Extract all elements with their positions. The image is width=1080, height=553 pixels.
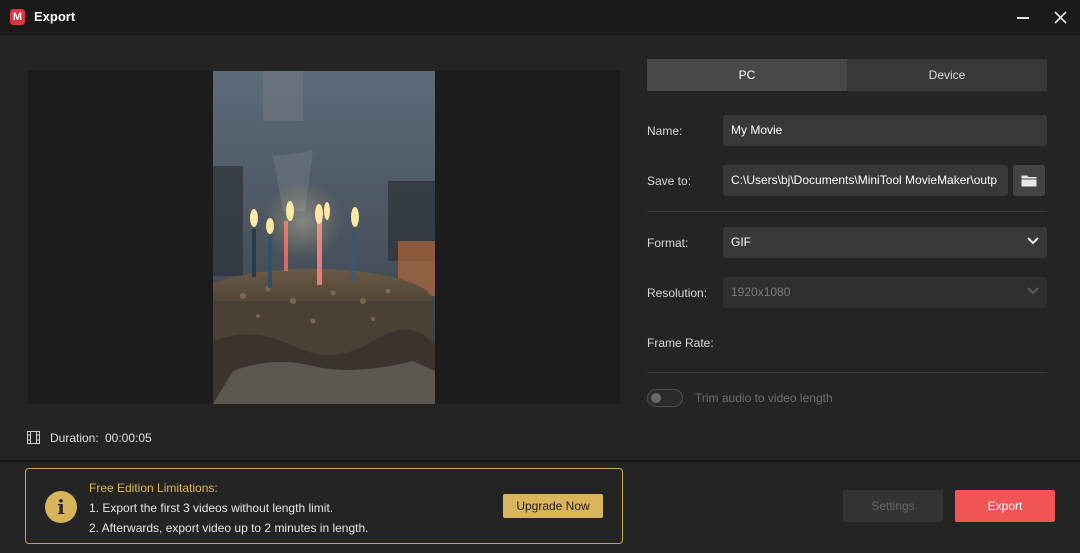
close-icon — [1054, 11, 1067, 24]
info-icon: i — [45, 491, 77, 523]
folder-icon — [1021, 175, 1037, 187]
name-label: Name: — [647, 124, 683, 138]
close-button[interactable] — [1048, 6, 1074, 28]
toggle-knob — [651, 393, 661, 403]
save-to-label: Save to: — [647, 174, 692, 188]
name-input[interactable]: My Movie — [723, 115, 1047, 146]
upgrade-now-button[interactable]: Upgrade Now — [503, 494, 603, 518]
chevron-down-icon — [1027, 237, 1039, 245]
save-path-input[interactable]: C:\Users\bj\Documents\MiniTool MovieMake… — [723, 165, 1008, 196]
trim-audio-label: Trim audio to video length — [695, 391, 833, 405]
duration-value: 00:00:05 — [105, 431, 152, 445]
format-value: GIF — [731, 235, 751, 249]
notice-title: Free Edition Limitations: — [89, 481, 218, 495]
window-title: Export — [34, 9, 76, 24]
divider — [647, 372, 1047, 373]
minimize-button[interactable] — [1009, 6, 1035, 28]
browse-folder-button[interactable] — [1013, 165, 1045, 196]
video-preview — [28, 71, 620, 404]
duration-label: Duration: — [50, 431, 99, 445]
app-logo-icon: M — [10, 9, 25, 25]
format-label: Format: — [647, 236, 689, 250]
footer-separator — [0, 460, 1080, 462]
tab-pc[interactable]: PC — [647, 59, 847, 91]
frame-rate-label: Frame Rate: — [647, 336, 714, 350]
tab-device[interactable]: Device — [847, 59, 1047, 91]
chevron-down-icon — [1027, 287, 1039, 295]
title-bar: M Export — [0, 0, 1080, 35]
minimize-icon — [1017, 17, 1029, 19]
divider — [647, 211, 1047, 212]
preview-thumbnail — [213, 71, 435, 404]
resolution-label: Resolution: — [647, 286, 708, 300]
target-tabs: PC Device — [647, 59, 1047, 91]
film-icon — [27, 431, 40, 444]
format-select[interactable]: GIF — [723, 227, 1047, 258]
resolution-select[interactable]: 1920x1080 — [723, 277, 1047, 308]
notice-line-1: 1. Export the first 3 videos without len… — [89, 501, 334, 515]
resolution-value: 1920x1080 — [731, 285, 791, 299]
export-button[interactable]: Export — [955, 490, 1055, 522]
trim-audio-toggle[interactable] — [647, 389, 683, 407]
settings-button[interactable]: Settings — [843, 490, 943, 522]
notice-line-2: 2. Afterwards, export video up to 2 minu… — [89, 521, 369, 535]
free-edition-notice: i Free Edition Limitations: 1. Export th… — [25, 468, 623, 544]
